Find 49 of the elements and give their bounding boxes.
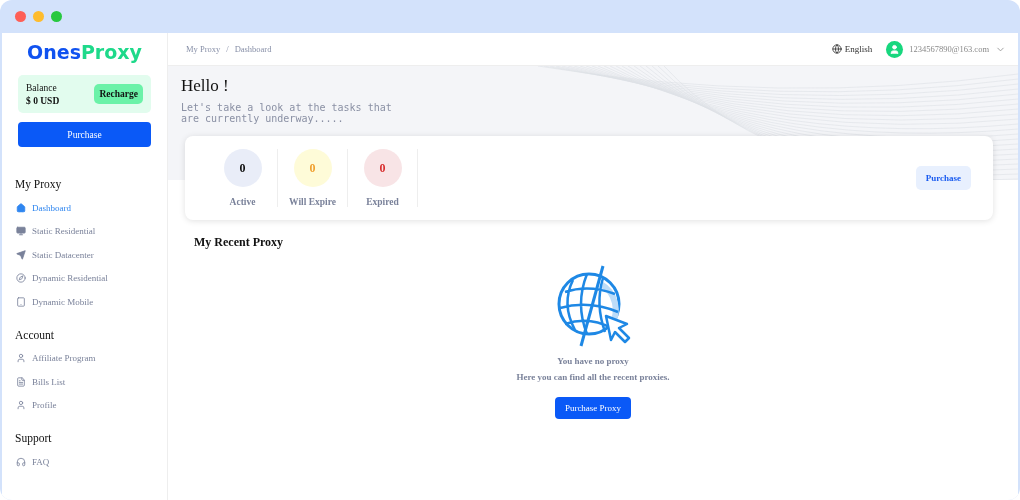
user-icon [16, 353, 26, 364]
stat-label: Expired [366, 197, 399, 207]
document-icon [16, 376, 26, 387]
breadcrumb-link[interactable]: My Proxy [186, 44, 221, 54]
sidebar-item[interactable]: Bills List [2, 370, 167, 394]
logo: OnesProxy [27, 41, 142, 63]
maximize-window-button[interactable] [51, 11, 62, 22]
purchase-button[interactable]: Purchase [18, 122, 151, 147]
close-window-button[interactable] [15, 11, 26, 22]
purchase-proxy-button[interactable]: Purchase Proxy [554, 397, 632, 419]
purchase-button[interactable]: Purchase [915, 166, 971, 190]
compass-icon [16, 273, 26, 284]
empty-title: You have no proxy [557, 356, 629, 366]
breadcrumb-separator: / [226, 44, 229, 54]
stat-label: Will Expire [289, 197, 336, 207]
user-email[interactable]: 1234567890@163.com [909, 44, 989, 54]
language-selector[interactable]: English [844, 44, 873, 54]
user-icon [16, 400, 26, 411]
sidebar-heading: Account [15, 328, 55, 341]
sidebar-heading: My Proxy [15, 178, 63, 190]
minimize-window-button[interactable] [33, 11, 44, 22]
sidebar-item[interactable]: Static Datacenter [2, 243, 167, 267]
stat-count: 0 [223, 149, 262, 187]
sidebar-heading: Support [15, 432, 53, 444]
stat-label: Active [229, 197, 256, 207]
home-icon [16, 202, 26, 213]
monitor-icon [16, 226, 26, 237]
sidebar-item[interactable]: Static Residential [2, 219, 167, 243]
sidebar-item[interactable]: Dashboard [2, 196, 167, 220]
sidebar-item[interactable]: Profile [2, 393, 167, 417]
stat-count: 0 [293, 149, 332, 187]
recharge-button[interactable]: Recharge [94, 84, 143, 104]
sidebar-item[interactable]: Affiliate Program [2, 346, 167, 370]
breadcrumb-link[interactable]: Dashboard [234, 44, 272, 54]
tablet-icon [16, 296, 26, 307]
empty-text: Here you can find all the recent proxies. [516, 372, 670, 382]
sidebar-item[interactable]: Dynamic Residential [2, 266, 167, 290]
paper-plane-icon [16, 249, 26, 260]
sidebar-item[interactable]: FAQ [2, 450, 167, 474]
greeting-title: Hello ! [181, 76, 230, 96]
greeting-subtitle: Let's take a look at the tasks that are currently underway..... [181, 102, 393, 124]
stat-count: 0 [363, 149, 402, 187]
section-title: My Recent Proxy [194, 235, 285, 250]
balance-label: Balance [26, 82, 58, 93]
headphones-icon [16, 456, 26, 467]
avatar[interactable] [886, 40, 904, 58]
balance-amount: $ 0 USD [26, 95, 60, 106]
sidebar-item[interactable]: Dynamic Mobile [2, 290, 167, 314]
globe-icon[interactable] [831, 44, 842, 54]
